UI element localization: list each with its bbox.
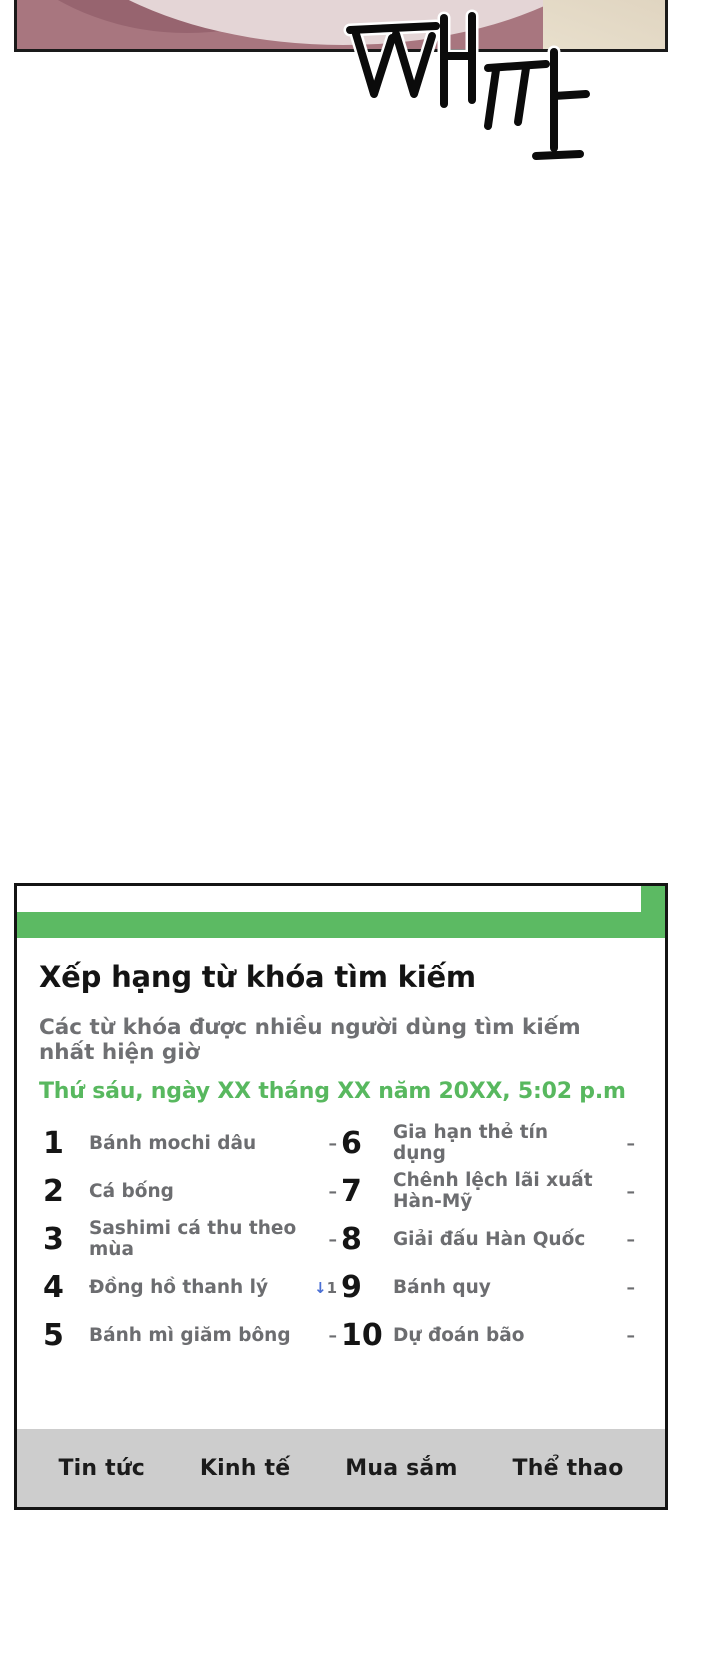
card-top-strip: [17, 886, 665, 912]
ranking-grid: 1 Bánh mochi dâu – 2 Cá bống – 3 Sashimi…: [39, 1120, 643, 1360]
rank-number: 2: [43, 1174, 64, 1209]
ranking-column-right: 6 Gia hạn thẻ tín dụng – 7 Chênh lệch lã…: [341, 1120, 639, 1360]
rank-number: 10: [341, 1318, 383, 1353]
rank-keyword[interactable]: Cá bống: [89, 1181, 307, 1203]
card-accent-bar: [17, 912, 665, 938]
rank-delta: –: [626, 1326, 636, 1346]
rank-number: 7: [341, 1174, 362, 1209]
rank-number: 3: [43, 1222, 64, 1257]
list-item[interactable]: 10 Dự đoán bão –: [341, 1312, 639, 1360]
rank-delta: –: [626, 1134, 636, 1154]
rank-number: 9: [341, 1270, 362, 1305]
page-root: 0: [0, 0, 720, 1670]
page-title: Xếp hạng từ khóa tìm kiếm: [39, 960, 476, 994]
card-top-filler: [17, 886, 641, 912]
tab-sports[interactable]: Thể thao: [513, 1456, 624, 1481]
ranking-column-left: 1 Bánh mochi dâu – 2 Cá bống – 3 Sashimi…: [43, 1120, 341, 1360]
list-item[interactable]: 7 Chênh lệch lãi xuất Hàn-Mỹ –: [341, 1168, 639, 1216]
comic-panel: 0: [14, 0, 668, 52]
rank-delta: –: [626, 1278, 636, 1298]
list-item[interactable]: 2 Cá bống –: [43, 1168, 341, 1216]
card-subtitle: Các từ khóa được nhiều người dùng tìm ki…: [39, 1015, 581, 1065]
arrow-down-icon: ↓: [313, 1279, 327, 1297]
list-item[interactable]: 4 Đồng hồ thanh lý ↓1: [43, 1264, 341, 1312]
rank-number: 4: [43, 1270, 64, 1305]
list-item[interactable]: 5 Bánh mì giăm bông –: [43, 1312, 341, 1360]
tab-shopping[interactable]: Mua sắm: [345, 1456, 457, 1481]
rank-delta: –: [626, 1230, 636, 1250]
list-item[interactable]: 6 Gia hạn thẻ tín dụng –: [341, 1120, 639, 1168]
panel-right-highlight: [543, 0, 665, 49]
rank-number: 5: [43, 1318, 64, 1353]
rank-delta: –: [328, 1326, 338, 1346]
tab-news[interactable]: Tin tức: [58, 1456, 145, 1481]
search-ranking-card: Xếp hạng từ khóa tìm kiếm Các từ khóa đư…: [14, 883, 668, 1510]
rank-keyword[interactable]: Bánh quy: [393, 1277, 605, 1299]
rank-number: 6: [341, 1126, 362, 1161]
rank-keyword[interactable]: Bánh mochi dâu: [89, 1133, 307, 1155]
rank-keyword[interactable]: Đồng hồ thanh lý: [89, 1277, 307, 1299]
rank-keyword[interactable]: Bánh mì giăm bông: [89, 1325, 307, 1347]
rank-keyword[interactable]: Dự đoán bão: [393, 1325, 605, 1347]
list-item[interactable]: 3 Sashimi cá thu theo mùa –: [43, 1216, 341, 1264]
rank-number: 8: [341, 1222, 362, 1257]
rank-delta: –: [328, 1182, 338, 1202]
footer-nav: Tin tức Kinh tế Mua sắm Thể thao: [17, 1429, 665, 1507]
card-body: Xếp hạng từ khóa tìm kiếm Các từ khóa đư…: [17, 938, 665, 1360]
timestamp-label: Thứ sáu, ngày XX tháng XX năm 20XX, 5:02…: [39, 1079, 626, 1104]
list-item[interactable]: 9 Bánh quy –: [341, 1264, 639, 1312]
rank-number: 1: [43, 1126, 64, 1161]
list-item[interactable]: 8 Giải đấu Hàn Quốc –: [341, 1216, 639, 1264]
rank-delta: –: [626, 1182, 636, 1202]
rank-delta: –: [328, 1134, 338, 1154]
card-accent-block: [641, 886, 665, 912]
rank-delta: ↓1: [307, 1278, 341, 1298]
tab-economy[interactable]: Kinh tế: [200, 1456, 290, 1481]
rank-keyword[interactable]: Sashimi cá thu theo mùa: [89, 1218, 307, 1261]
rank-keyword[interactable]: Giải đấu Hàn Quốc: [393, 1229, 605, 1251]
rank-delta-value: 1: [326, 1279, 337, 1297]
rank-delta: –: [328, 1230, 338, 1250]
list-item[interactable]: 1 Bánh mochi dâu –: [43, 1120, 341, 1168]
rank-keyword[interactable]: Chênh lệch lãi xuất Hàn-Mỹ: [393, 1170, 605, 1213]
rank-keyword[interactable]: Gia hạn thẻ tín dụng: [393, 1122, 605, 1165]
